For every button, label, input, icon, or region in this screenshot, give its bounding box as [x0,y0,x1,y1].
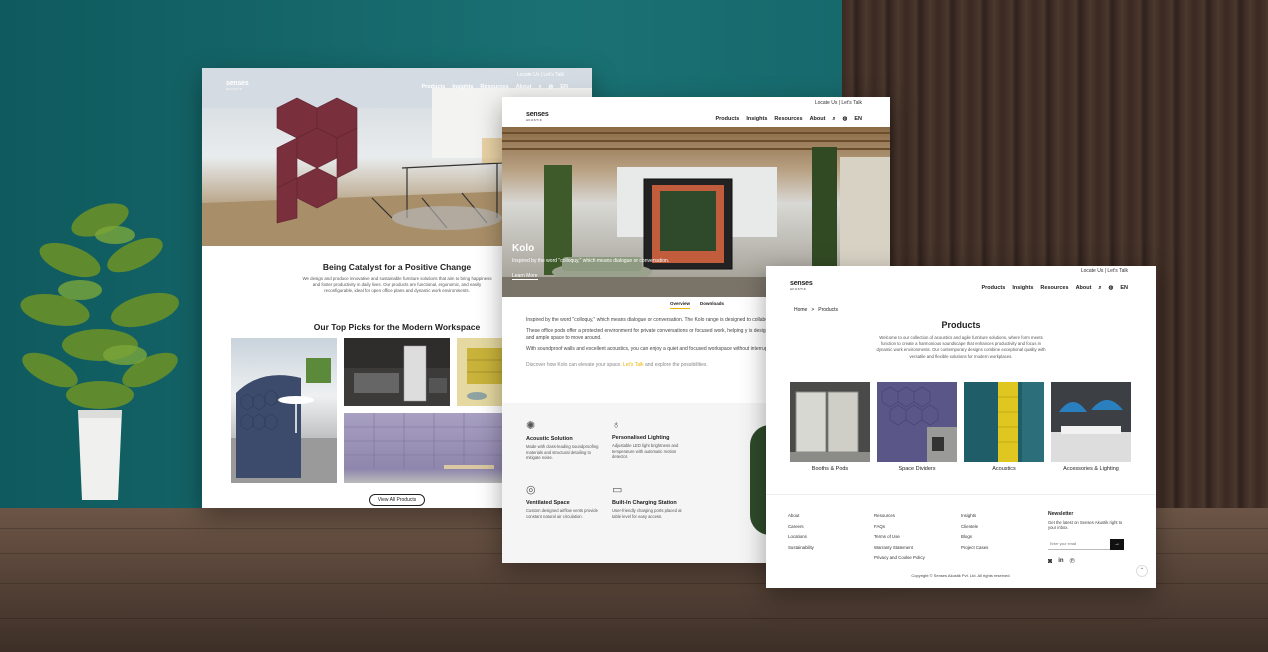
nav-resources[interactable]: Resources [774,116,802,123]
footer-link[interactable]: Resources [874,511,929,522]
search-icon[interactable]: ⌕ [1098,285,1101,292]
nav-resources[interactable]: Resources [1040,285,1068,292]
top-links[interactable]: Locate Us | Let's Talk [517,72,564,78]
feature-desc: Custom designed airflow vents provide co… [526,508,598,519]
tab-bar: Overview Downloads [670,301,724,309]
discover-text-end: and explore the possibilities. [645,362,708,368]
footer-link[interactable]: Clientele [961,522,988,533]
instagram-icon[interactable]: ◙ [1048,558,1052,565]
feature-desc: User-friendly charging ports placed at t… [612,508,682,519]
main-nav: Products Insights Resources About ⌕ ◍ EN [421,84,568,91]
lets-talk-link[interactable]: Let's Talk [623,362,644,368]
top-links[interactable]: Locate Us | Let's Talk [815,100,862,106]
brand-logo[interactable]: senses AKUSTIK [790,280,813,291]
potted-plant [20,203,180,500]
search-icon[interactable]: ⌕ [538,84,541,91]
newsletter-title: Newsletter [1048,511,1074,517]
footer-link[interactable]: Insights [961,511,988,522]
hero-title: Kolo [512,243,535,254]
scroll-top-icon[interactable]: ⌃ [1136,565,1148,577]
feature-desc: Made with class-leading soundproofing ma… [526,444,599,460]
page-intro: Welcome to our collection of acoustics a… [876,335,1046,359]
brand-logo[interactable]: senses AKUSTIK [226,80,249,91]
section-body: We design and produce innovative and sus… [302,276,492,294]
footer-link[interactable]: FAQs [874,522,929,533]
footer-link[interactable]: Terms of Use [874,532,929,543]
breadcrumb-separator: > [811,307,815,313]
breadcrumb: Home > Products [794,307,838,313]
category-image-lighting[interactable] [1051,382,1131,462]
picks-heading: Our Top Picks for the Modern Workspace [313,322,481,332]
category-label-dividers[interactable]: Space Dividers [877,466,957,472]
product-image-4[interactable] [344,413,507,483]
nav-insights[interactable]: Insights [1012,285,1033,292]
pinterest-icon[interactable]: ℗ [1070,558,1075,565]
nav-insights[interactable]: Insights [452,84,473,91]
feature-desc: Adjustable LED light brightness and temp… [612,443,679,459]
main-nav: Products Insights Resources About ⌕ ◍ EN [715,116,862,123]
footer-col-company: About Careers Locations Sustainability [788,511,814,553]
category-label-booths[interactable]: Booths & Pods [790,466,870,472]
subscribe-button[interactable]: → [1110,538,1124,550]
product-image-3[interactable] [457,338,507,406]
category-label-acoustics[interactable]: Acoustics [964,466,1044,472]
category-label-lighting[interactable]: Accessories & Lighting [1051,466,1131,472]
products-page-mockup: Locate Us | Let's Talk senses AKUSTIK Pro… [766,266,1156,588]
tab-overview[interactable]: Overview [670,301,691,309]
search-icon[interactable]: ⌕ [832,116,835,123]
footer-link[interactable]: Sustainability [788,543,814,554]
lang-selector[interactable]: EN [560,84,568,91]
hero-subtitle: Inspired by the word "colloquy," which m… [512,258,670,264]
category-image-booths[interactable] [790,382,870,462]
product-image-2[interactable] [344,338,450,406]
lang-selector[interactable]: EN [854,116,862,123]
breadcrumb-home[interactable]: Home [794,307,807,313]
globe-icon[interactable]: ◍ [1109,285,1114,292]
nav-resources[interactable]: Resources [480,84,508,91]
footer-link[interactable]: Careers [788,522,814,533]
tab-downloads[interactable]: Downloads [700,301,724,309]
learn-more-link[interactable]: Learn More [512,273,538,280]
category-image-acoustics[interactable] [964,382,1044,462]
nav-products[interactable]: Products [715,116,739,123]
nav-products[interactable]: Products [981,285,1005,292]
nav-about[interactable]: About [810,116,826,123]
product-image-1[interactable] [231,338,337,483]
newsletter: Newsletter Get the latest on Senses Akus… [1048,511,1132,565]
page-title: Products [941,320,981,330]
nav-insights[interactable]: Insights [746,116,767,123]
footer-col-insights: Insights Clientele Blogs Project Cases [961,511,988,553]
top-links[interactable]: Locate Us | Let's Talk [1081,268,1128,274]
globe-icon[interactable]: ◍ [549,84,554,91]
globe-icon[interactable]: ◍ [843,116,848,123]
footer-link[interactable]: Project Cases [961,543,988,554]
newsletter-text: Get the latest on Senses Akustik right t… [1048,520,1123,531]
footer-link[interactable]: Blogs [961,532,988,543]
lang-selector[interactable]: EN [1120,285,1128,292]
main-nav: Products Insights Resources About ⌕ ◍ EN [981,285,1128,292]
linkedin-icon[interactable]: in [1058,558,1063,565]
copyright: Copyright © Senses Akustik Pvt. Ltd. All… [911,573,1011,578]
email-input[interactable] [1048,538,1110,550]
footer-link[interactable]: About [788,511,814,522]
nav-about[interactable]: About [516,84,532,91]
brand-logo[interactable]: senses AKUSTIK [526,111,549,122]
category-image-dividers[interactable] [877,382,957,462]
nav-products[interactable]: Products [421,84,445,91]
view-all-products-button[interactable]: View All Products [368,494,426,506]
nav-about[interactable]: About [1076,285,1092,292]
footer-link[interactable]: Locations [788,532,814,543]
footer-link[interactable]: Warranty Statement [874,543,929,554]
discover-text: Discover how Kolo can elevate your space… [526,362,622,368]
footer-col-resources: Resources FAQs Terms of Use Warranty Sta… [874,511,929,561]
breadcrumb-current: Products [818,307,838,313]
footer-link[interactable]: Privacy and Cookie Policy [874,555,929,561]
section-heading: Being Catalyst for a Positive Change [322,262,472,272]
